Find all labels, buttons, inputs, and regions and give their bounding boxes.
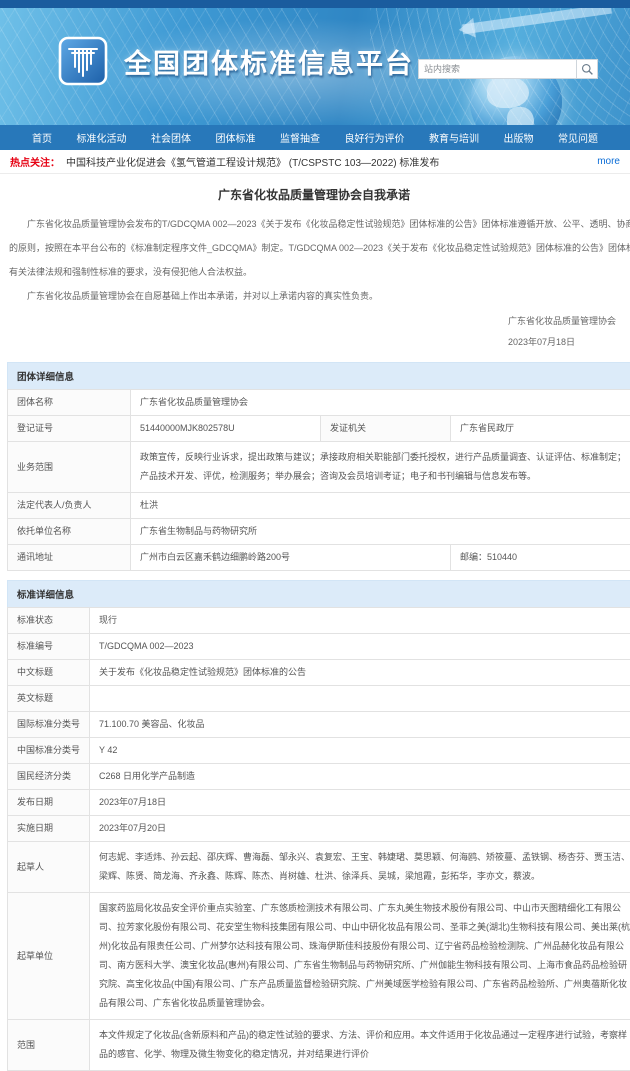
field-label: 范围 xyxy=(8,1020,90,1071)
field-value: 广东省民政厅 xyxy=(451,416,630,442)
field-label: 团体名称 xyxy=(8,390,131,416)
table-row: 起草人 何志妮、李适炜、孙云起、邵庆辉、曹海磊、邹永兴、袁复宏、王宝、韩婕珺、莫… xyxy=(8,842,630,893)
site-banner: 全国团体标准信息平台 xyxy=(0,8,630,125)
field-label: 依托单位名称 xyxy=(8,519,131,545)
field-label: 中国标准分类号 xyxy=(8,738,90,764)
field-value: 71.100.70 美容品、化妆品 xyxy=(90,712,630,738)
main-nav: 首页 标准化活动 社会团体 团体标准 监督抽查 良好行为评价 教育与培训 出版物… xyxy=(0,125,630,150)
field-value: 广东省化妆品质量管理协会 xyxy=(131,390,630,416)
nav-item-standardization-activities[interactable]: 标准化活动 xyxy=(73,130,131,145)
field-label: 通讯地址 xyxy=(8,545,131,571)
field-label: 中文标题 xyxy=(8,660,90,686)
table-row: 法定代表人/负责人 杜洪 xyxy=(8,493,630,519)
section-header-group-info: 团体详细信息 xyxy=(7,362,630,389)
brand: 全国团体标准信息平台 xyxy=(58,36,414,86)
field-value: T/GDCQMA 002—2023 xyxy=(90,634,630,660)
search-button[interactable] xyxy=(576,59,598,79)
field-value: 本文件规定了化妆品(含新原料和产品)的稳定性试验的要求、方法、评价和应用。本文件… xyxy=(90,1020,630,1071)
nav-item-social-groups[interactable]: 社会团体 xyxy=(147,130,195,145)
table-row: 业务范围 政策宣传，反映行业诉求，提出政策与建议；承接政府相关职能部门委托授权，… xyxy=(8,442,630,493)
main-content: 广东省化妆品质量管理协会自我承诺 广东省化妆品质量管理协会发布的T/GDCQMA… xyxy=(0,186,630,1071)
table-row: 通讯地址 广州市白云区嘉禾鹤边细鹏岭路200号 邮编：510440 xyxy=(8,545,630,571)
field-label: 业务范围 xyxy=(8,442,131,493)
field-label: 登记证号 xyxy=(8,416,131,442)
field-label: 发证机关 xyxy=(321,416,451,442)
field-value: 国家药监局化妆品安全评价重点实验室、广东悠质检测技术有限公司、广东丸美生物技术股… xyxy=(90,893,630,1020)
field-label: 国际标准分类号 xyxy=(8,712,90,738)
field-value: 广州市白云区嘉禾鹤边细鹏岭路200号 xyxy=(131,545,451,571)
paragraph-line: 的原则，按照在本平台公布的《标准制定程序文件_GDCQMA》制定。T/GDCQM… xyxy=(9,236,630,260)
nav-item-good-behavior-evaluation[interactable]: 良好行为评价 xyxy=(341,130,409,145)
field-value: Y 42 xyxy=(90,738,630,764)
paragraph-line: 广东省化妆品质量管理协会发布的T/GDCQMA 002—2023《关于发布《化妆… xyxy=(9,212,630,236)
field-label: 英文标题 xyxy=(8,686,90,712)
nav-item-supervision-check[interactable]: 监督抽查 xyxy=(276,130,324,145)
announcement-title: 广东省化妆品质量管理协会自我承诺 xyxy=(7,186,621,203)
field-label: 法定代表人/负责人 xyxy=(8,493,131,519)
arrow-decoration xyxy=(462,8,612,34)
field-label: 国民经济分类 xyxy=(8,764,90,790)
hot-topic-link[interactable]: 中国科技产业化促进会《氢气管道工程设计规范》 (T/CSPSTC 103—202… xyxy=(66,154,439,169)
hot-topics-label: 热点关注： xyxy=(10,154,60,169)
field-value: 2023年07月20日 xyxy=(90,816,630,842)
signature-date: 2023年07月18日 xyxy=(508,332,630,353)
signature-org: 广东省化妆品质量管理协会 xyxy=(508,311,630,332)
nav-item-home[interactable]: 首页 xyxy=(28,130,56,145)
table-row: 团体名称 广东省化妆品质量管理协会 xyxy=(8,390,630,416)
section-header-standard-info: 标准详细信息 xyxy=(7,580,630,607)
announcement-paragraph-1: 广东省化妆品质量管理协会发布的T/GDCQMA 002—2023《关于发布《化妆… xyxy=(9,212,630,284)
field-value: 政策宣传，反映行业诉求，提出政策与建议；承接政府相关职能部门委托授权，进行产品质… xyxy=(131,442,630,493)
search-icon xyxy=(581,63,594,76)
field-label: 起草人 xyxy=(8,842,90,893)
announcement-paragraph-2: 广东省化妆品质量管理协会在自愿基础上作出本承诺，并对以上承诺内容的真实性负责。 xyxy=(9,284,630,308)
site-search xyxy=(418,59,598,79)
field-value-zip: 邮编：510440 xyxy=(451,545,630,571)
signature-block: 广东省化妆品质量管理协会 2023年07月18日 xyxy=(508,311,630,353)
field-label: 标准状态 xyxy=(8,608,90,634)
nav-item-education-training[interactable]: 教育与培训 xyxy=(425,130,483,145)
field-label: 实施日期 xyxy=(8,816,90,842)
table-row: 标准编号 T/GDCQMA 002—2023 xyxy=(8,634,630,660)
more-link[interactable]: more xyxy=(597,156,620,167)
group-info-table: 团体名称 广东省化妆品质量管理协会 登记证号 51440000MJK802578… xyxy=(7,389,630,571)
table-row: 起草单位 国家药监局化妆品安全评价重点实验室、广东悠质检测技术有限公司、广东丸美… xyxy=(8,893,630,1020)
nav-item-faq[interactable]: 常见问题 xyxy=(554,130,602,145)
table-row: 国际标准分类号 71.100.70 美容品、化妆品 xyxy=(8,712,630,738)
field-value: 51440000MJK802578U xyxy=(131,416,321,442)
paragraph-line: 有关法律法规和强制性标准的要求，没有侵犯他人合法权益。 xyxy=(9,260,630,284)
search-input[interactable] xyxy=(418,59,576,79)
hot-topics-bar: 热点关注： 中国科技产业化促进会《氢气管道工程设计规范》 (T/CSPSTC 1… xyxy=(0,150,630,174)
page-title: 全国团体标准信息平台 xyxy=(124,42,414,81)
table-row: 国民经济分类 C268 日用化学产品制造 xyxy=(8,764,630,790)
table-row: 登记证号 51440000MJK802578U 发证机关 广东省民政厅 xyxy=(8,416,630,442)
field-value: 2023年07月18日 xyxy=(90,790,630,816)
field-label: 发布日期 xyxy=(8,790,90,816)
table-row: 标准状态 现行 xyxy=(8,608,630,634)
field-value: 关于发布《化妆品稳定性试验规范》团体标准的公告 xyxy=(90,660,630,686)
field-value: 广东省生物制品与药物研究所 xyxy=(131,519,630,545)
field-value: 现行 xyxy=(90,608,630,634)
table-row: 依托单位名称 广东省生物制品与药物研究所 xyxy=(8,519,630,545)
table-row: 英文标题 xyxy=(8,686,630,712)
field-label: 标准编号 xyxy=(8,634,90,660)
platform-logo-icon xyxy=(58,36,108,86)
paragraph-line: 广东省化妆品质量管理协会在自愿基础上作出本承诺，并对以上承诺内容的真实性负责。 xyxy=(9,284,630,308)
field-value xyxy=(90,686,630,712)
table-row: 中国标准分类号 Y 42 xyxy=(8,738,630,764)
nav-item-publications[interactable]: 出版物 xyxy=(500,130,538,145)
standard-info-table: 标准状态 现行 标准编号 T/GDCQMA 002—2023 中文标题 关于发布… xyxy=(7,607,630,1071)
top-strip xyxy=(0,0,630,8)
field-value: 杜洪 xyxy=(131,493,630,519)
field-label: 起草单位 xyxy=(8,893,90,1020)
table-row: 中文标题 关于发布《化妆品稳定性试验规范》团体标准的公告 xyxy=(8,660,630,686)
nav-item-group-standards[interactable]: 团体标准 xyxy=(212,130,260,145)
table-row: 实施日期 2023年07月20日 xyxy=(8,816,630,842)
table-row: 发布日期 2023年07月18日 xyxy=(8,790,630,816)
field-value: C268 日用化学产品制造 xyxy=(90,764,630,790)
table-row: 范围 本文件规定了化妆品(含新原料和产品)的稳定性试验的要求、方法、评价和应用。… xyxy=(8,1020,630,1071)
field-value: 何志妮、李适炜、孙云起、邵庆辉、曹海磊、邹永兴、袁复宏、王宝、韩婕珺、莫思颖、何… xyxy=(90,842,630,893)
